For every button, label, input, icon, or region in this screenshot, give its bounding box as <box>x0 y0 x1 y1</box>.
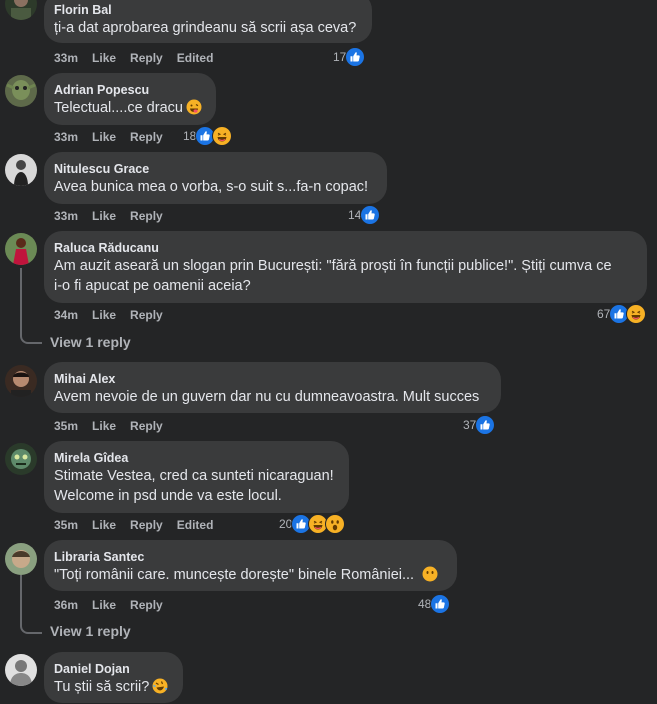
reaction-summary[interactable]: 37 <box>463 415 496 435</box>
comment-time[interactable]: 36m <box>54 598 78 612</box>
like-button[interactable]: Like <box>92 209 116 223</box>
comment-author[interactable]: Nitulescu Grace <box>54 161 375 177</box>
comment-text-line-2: Welcome in psd unde va este locul. <box>54 488 282 504</box>
like-reaction-icon <box>345 47 366 67</box>
reaction-count: 48 <box>418 597 432 611</box>
view-replies-link[interactable]: View 1 reply <box>50 334 131 350</box>
comment-author[interactable]: Mihai Alex <box>54 371 489 387</box>
comment-bubble: Daniel Dojan Tu știi să scrii? <box>44 652 183 703</box>
reaction-count: 20 <box>279 517 293 531</box>
comment-actions: 35m Like Reply Edited <box>54 517 227 533</box>
comment-author[interactable]: Libraria Santec <box>54 549 445 565</box>
reply-button[interactable]: Reply <box>130 518 163 532</box>
comment-text: Avem nevoie de un guvern dar nu cu dumne… <box>54 389 480 405</box>
reply-thread-line <box>20 268 42 344</box>
comment-bubble: Raluca Răducanu Am auzit aseară un sloga… <box>44 231 647 303</box>
like-button[interactable]: Like <box>92 518 116 532</box>
comment-author[interactable]: Raluca Răducanu <box>54 240 635 256</box>
haha-reaction-icon <box>626 304 647 324</box>
reaction-summary[interactable]: 48 <box>418 594 451 614</box>
reply-button[interactable]: Reply <box>130 209 163 223</box>
like-button[interactable]: Like <box>92 598 116 612</box>
like-button[interactable]: Like <box>92 308 116 322</box>
edited-label[interactable]: Edited <box>177 518 214 532</box>
comment-bubble: Mihai Alex Avem nevoie de un guvern dar … <box>44 362 501 413</box>
comment-time[interactable]: 33m <box>54 130 78 144</box>
comment-author[interactable]: Adrian Popescu <box>54 82 204 98</box>
avatar[interactable] <box>5 0 37 20</box>
comment-text-line-2: i-o fi apucat pe oamenii aceia? <box>54 278 251 294</box>
reply-button[interactable]: Reply <box>130 51 163 65</box>
like-reaction-icon <box>360 205 381 225</box>
reaction-count: 17 <box>333 50 347 64</box>
comment-time[interactable]: 33m <box>54 51 78 65</box>
comment-bubble: Adrian Popescu Telectual....ce dracu <box>44 73 216 125</box>
comment-text: Tu știi să scrii? <box>54 677 171 700</box>
comment-bubble: Florin Bal ți-a dat aprobarea grindeanu … <box>44 0 372 43</box>
reaction-count: 14 <box>348 208 362 222</box>
avatar[interactable] <box>5 154 37 186</box>
haha-reaction-icon <box>212 126 233 146</box>
like-button[interactable]: Like <box>92 130 116 144</box>
no-mouth-emoji-icon <box>422 566 438 588</box>
comment-bubble: Nitulescu Grace Avea bunica mea o vorba,… <box>44 152 387 204</box>
comment-actions: 34m Like Reply <box>54 307 177 323</box>
comment-bubble: Mirela Gîdea Stimate Vestea, cred ca sun… <box>44 441 349 513</box>
comment-author[interactable]: Daniel Dojan <box>54 661 171 677</box>
comment-text-line-1: Am auzit aseară un slogan prin București… <box>54 258 612 274</box>
reply-thread-line <box>20 575 42 634</box>
reaction-summary[interactable]: 17 <box>333 47 366 67</box>
reaction-summary[interactable]: 67 <box>597 304 647 324</box>
comment-actions: 35m Like Reply <box>54 418 177 434</box>
comment-text-line-1: Stimate Vestea, cred ca sunteti nicaragu… <box>54 468 334 484</box>
edited-label[interactable]: Edited <box>177 51 214 65</box>
comment-bubble: Libraria Santec "Toți românii care. munc… <box>44 540 457 591</box>
reaction-count: 18 <box>183 129 197 143</box>
comment-time[interactable]: 35m <box>54 419 78 433</box>
avatar[interactable] <box>5 543 37 575</box>
reply-button[interactable]: Reply <box>130 130 163 144</box>
comment-time[interactable]: 33m <box>54 209 78 223</box>
reply-button[interactable]: Reply <box>130 308 163 322</box>
comment-actions: 33m Like Reply <box>54 208 177 224</box>
comment-time[interactable]: 34m <box>54 308 78 322</box>
reaction-count: 67 <box>597 307 611 321</box>
comment-actions: 33m Like Reply <box>54 129 177 145</box>
reply-button[interactable]: Reply <box>130 598 163 612</box>
comment-actions: 36m Like Reply <box>54 597 177 613</box>
reaction-count: 37 <box>463 418 477 432</box>
comment-text: Avea bunica mea o vorba, s-o suit s...fa… <box>54 179 369 195</box>
reaction-summary[interactable]: 18 <box>183 126 233 146</box>
view-replies-link[interactable]: View 1 reply <box>50 623 131 639</box>
grinning-tongue-emoji-icon <box>186 99 202 121</box>
rolling-laughing-emoji-icon <box>152 678 168 700</box>
comment-text: ți-a dat aprobarea grindeanu să scrii aș… <box>54 20 357 36</box>
comment-text-content: Telectual....ce dracu <box>54 100 183 116</box>
comment-text: Telectual....ce dracu <box>54 98 204 121</box>
avatar[interactable] <box>5 365 37 397</box>
like-reaction-icon <box>475 415 496 435</box>
like-button[interactable]: Like <box>92 51 116 65</box>
like-reaction-icon <box>430 594 451 614</box>
avatar[interactable] <box>5 233 37 265</box>
comment-text: "Toți românii care. muncește dorește" bi… <box>54 565 445 588</box>
avatar[interactable] <box>5 654 37 686</box>
wow-reaction-icon <box>325 514 346 534</box>
comment-text-content: "Toți românii care. muncește dorește" bi… <box>54 567 415 583</box>
avatar[interactable] <box>5 443 37 475</box>
comment-actions: 33m Like Reply Edited <box>54 50 227 66</box>
comment-text-content: Tu știi să scrii? <box>54 679 150 695</box>
reaction-summary[interactable]: 14 <box>348 205 381 225</box>
comment-author[interactable]: Florin Bal <box>54 2 360 18</box>
avatar[interactable] <box>5 75 37 107</box>
reply-button[interactable]: Reply <box>130 419 163 433</box>
comment-time[interactable]: 35m <box>54 518 78 532</box>
reaction-summary[interactable]: 20 <box>279 514 346 534</box>
comment-author[interactable]: Mirela Gîdea <box>54 450 337 466</box>
like-button[interactable]: Like <box>92 419 116 433</box>
